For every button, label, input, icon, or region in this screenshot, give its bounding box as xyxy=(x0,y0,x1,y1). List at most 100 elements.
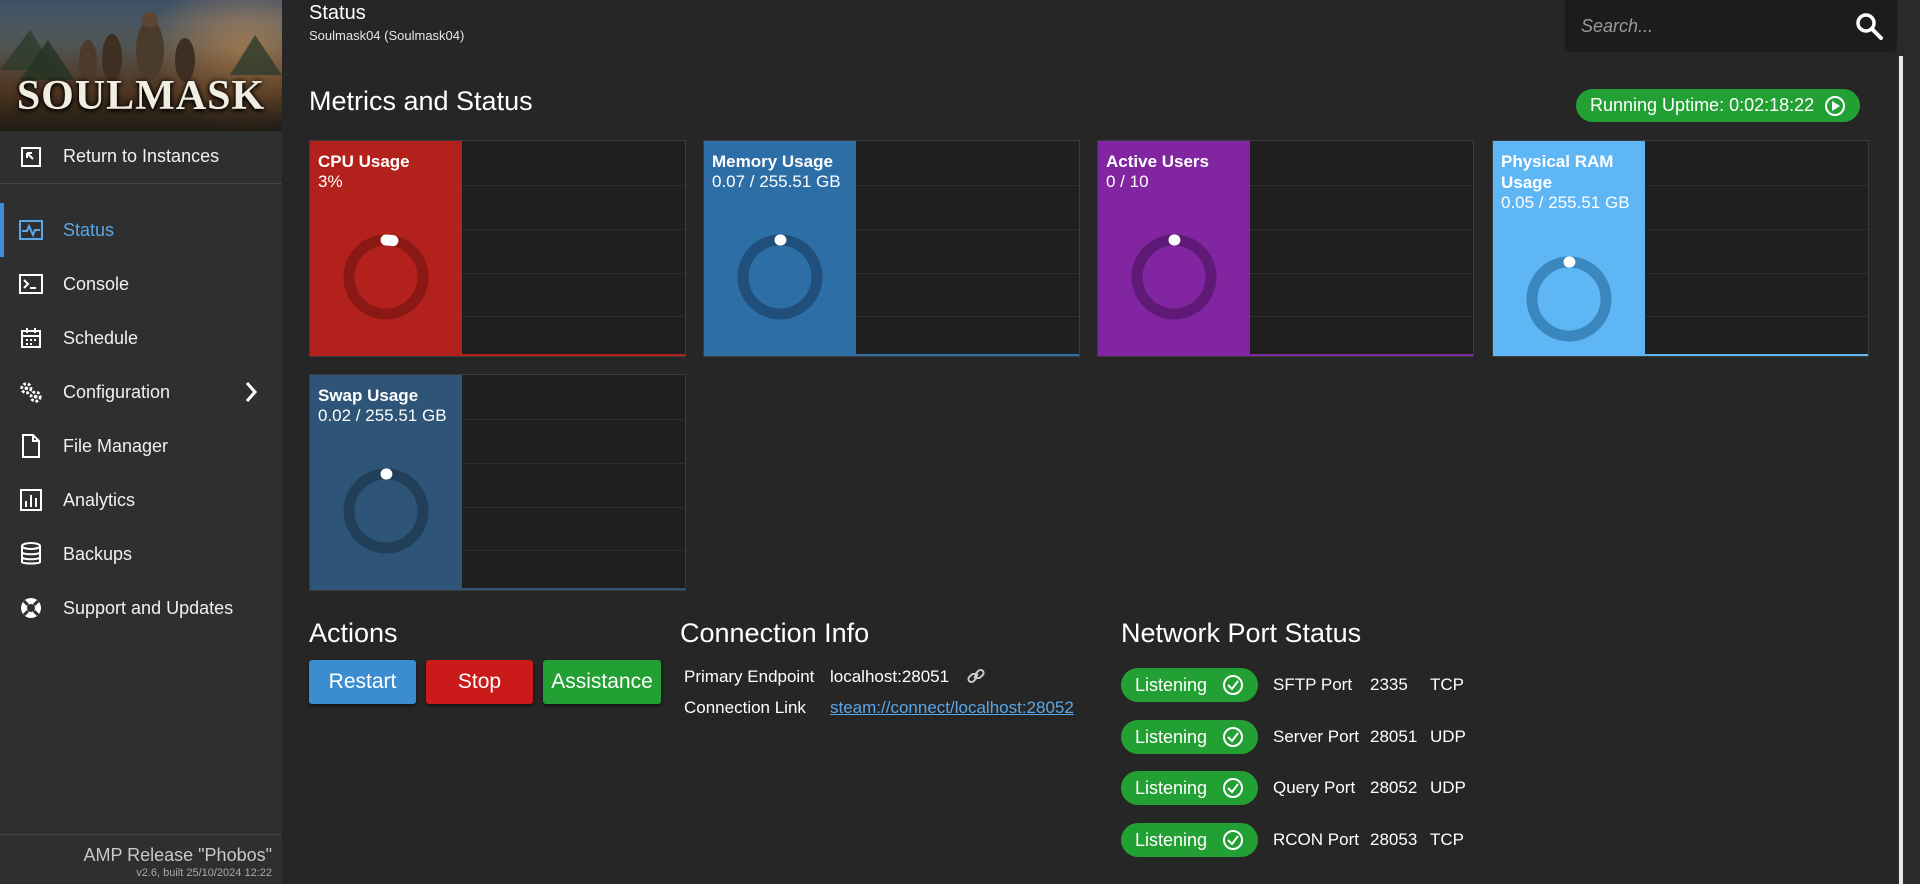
actions-title: Actions xyxy=(309,618,398,648)
chart-grid-line xyxy=(462,229,685,230)
port-number: 28052 xyxy=(1370,778,1418,797)
port-status-badge: Listening xyxy=(1121,668,1258,702)
metric-label: Physical RAM Usage xyxy=(1501,152,1614,192)
port-row: Listening SFTP Port 2335 TCP xyxy=(1121,668,1521,702)
sidebar-item-schedule[interactable]: Schedule xyxy=(0,311,282,365)
gauge-track xyxy=(1526,256,1612,342)
chart-grid-line xyxy=(856,185,1079,186)
return-label: Return to Instances xyxy=(63,146,220,166)
primary-endpoint-label: Primary Endpoint xyxy=(684,667,815,686)
gauge-track xyxy=(343,234,429,320)
version-info: AMP Release "Phobos" v2.6, built 25/10/2… xyxy=(0,834,282,884)
port-name: Server Port xyxy=(1273,727,1359,746)
sidebar-item-console[interactable]: Console xyxy=(0,257,282,311)
metric-label: Memory Usage xyxy=(712,152,833,171)
cogs-icon xyxy=(19,380,43,404)
chart-baseline xyxy=(1250,354,1473,356)
port-name: SFTP Port xyxy=(1273,675,1353,694)
metric-value: 0.07 / 255.51 GB xyxy=(712,172,841,191)
sidebar-item-label: File Manager xyxy=(63,435,169,456)
active-users-card: Active Users 0 / 10 xyxy=(1097,140,1474,357)
connection-link[interactable]: steam://connect/localhost:28052 xyxy=(830,698,1074,717)
sidebar-item-label: Status xyxy=(63,219,115,240)
uptime-badge: Running Uptime: 0:02:18:22 xyxy=(1576,89,1860,122)
gauge-track xyxy=(737,234,823,320)
return-to-instances-link[interactable]: Return to Instances xyxy=(0,130,282,184)
sidebar-item-backups[interactable]: Backups xyxy=(0,527,282,581)
swap-usage-card: Swap Usage 0.02 / 255.51 GB xyxy=(309,374,686,591)
metric-value: 0.05 / 255.51 GB xyxy=(1501,193,1630,212)
metric-panel: Physical RAM Usage 0.05 / 255.51 GB xyxy=(1493,141,1645,356)
restart-button[interactable]: Restart xyxy=(309,660,416,704)
sidebar: SOULMASK Return to Instances Status Cons… xyxy=(0,0,282,884)
usage-gauge xyxy=(1131,234,1217,320)
calendar-icon xyxy=(19,326,43,350)
metric-panel: Memory Usage 0.07 / 255.51 GB xyxy=(704,141,856,356)
instance-subtitle: Soulmask04 (Soulmask04) xyxy=(309,28,465,43)
chart-grid-line xyxy=(856,273,1079,274)
usage-gauge xyxy=(343,234,429,320)
cpu-usage-card: CPU Usage 3% xyxy=(309,140,686,357)
chevron-right-icon[interactable] xyxy=(244,381,258,408)
assistance-button[interactable]: Assistance xyxy=(543,660,661,704)
port-row: Listening RCON Port 28053 TCP xyxy=(1121,823,1521,857)
port-protocol: UDP xyxy=(1430,727,1466,746)
stop-button[interactable]: Stop xyxy=(426,660,533,704)
check-circle-icon xyxy=(1222,674,1244,701)
port-status-text: Listening xyxy=(1135,674,1208,695)
search-icon[interactable] xyxy=(1855,12,1883,45)
gauge-track xyxy=(343,468,429,554)
port-name: Query Port xyxy=(1273,778,1356,797)
link-icon[interactable] xyxy=(967,667,985,690)
database-icon xyxy=(19,542,43,566)
chart-baseline xyxy=(1645,354,1868,356)
logo-text: SOULMASK xyxy=(16,73,266,119)
chart-grid-line xyxy=(1250,185,1473,186)
sidebar-item-label: Configuration xyxy=(63,381,171,402)
chart-grid-line xyxy=(462,463,685,464)
lifebuoy-icon xyxy=(19,596,43,620)
metrics-title: Metrics and Status xyxy=(309,86,533,116)
metric-label: Active Users xyxy=(1106,152,1210,171)
chart-grid-line xyxy=(1645,229,1868,230)
search-input[interactable] xyxy=(1579,12,1839,40)
port-status-badge: Listening xyxy=(1121,823,1258,857)
port-row: Listening Server Port 28051 UDP xyxy=(1121,720,1521,754)
connection-info-title: Connection Info xyxy=(680,618,870,648)
connection-link-label: Connection Link xyxy=(684,698,806,717)
port-row: Listening Query Port 28052 UDP xyxy=(1121,771,1521,805)
sidebar-item-label: Schedule xyxy=(63,327,139,348)
version-build: v2.6, built 25/10/2024 12:22 xyxy=(136,867,272,879)
sidebar-item-analytics[interactable]: Analytics xyxy=(0,473,282,527)
chart-grid-line xyxy=(1645,185,1868,186)
memory-usage-card: Memory Usage 0.07 / 255.51 GB xyxy=(703,140,1080,357)
chart-grid-line xyxy=(1250,229,1473,230)
usage-gauge xyxy=(343,468,429,554)
version-title: AMP Release "Phobos" xyxy=(83,845,272,865)
chart-grid-line xyxy=(1645,316,1868,317)
metric-label: CPU Usage xyxy=(318,152,410,171)
chart-grid-line xyxy=(462,419,685,420)
scrollbar-thumb[interactable] xyxy=(1899,56,1903,884)
sidebar-item-status[interactable]: Status xyxy=(0,203,282,257)
primary-endpoint-value: localhost:28051 xyxy=(830,667,950,686)
sidebar-item-configuration[interactable]: Configuration xyxy=(0,365,282,419)
port-number: 28051 xyxy=(1370,727,1418,746)
sidebar-item-support-and-updates[interactable]: Support and Updates xyxy=(0,581,282,635)
chart-baseline xyxy=(462,354,685,356)
search-box xyxy=(1565,0,1897,52)
port-status-text: Listening xyxy=(1135,726,1208,747)
sidebar-item-file-manager[interactable]: File Manager xyxy=(0,419,282,473)
port-number: 28053 xyxy=(1370,830,1418,849)
metric-panel: CPU Usage 3% xyxy=(310,141,462,356)
sidebar-item-label: Console xyxy=(63,273,130,294)
check-circle-icon xyxy=(1222,726,1244,753)
sidebar-item-label: Backups xyxy=(63,543,133,564)
return-icon xyxy=(19,145,43,169)
chart-grid-line xyxy=(462,273,685,274)
chart-grid-line xyxy=(462,550,685,551)
chart-grid-line xyxy=(462,507,685,508)
check-circle-icon xyxy=(1222,777,1244,804)
chart-grid-line xyxy=(856,316,1079,317)
play-circle-icon xyxy=(1824,95,1846,122)
